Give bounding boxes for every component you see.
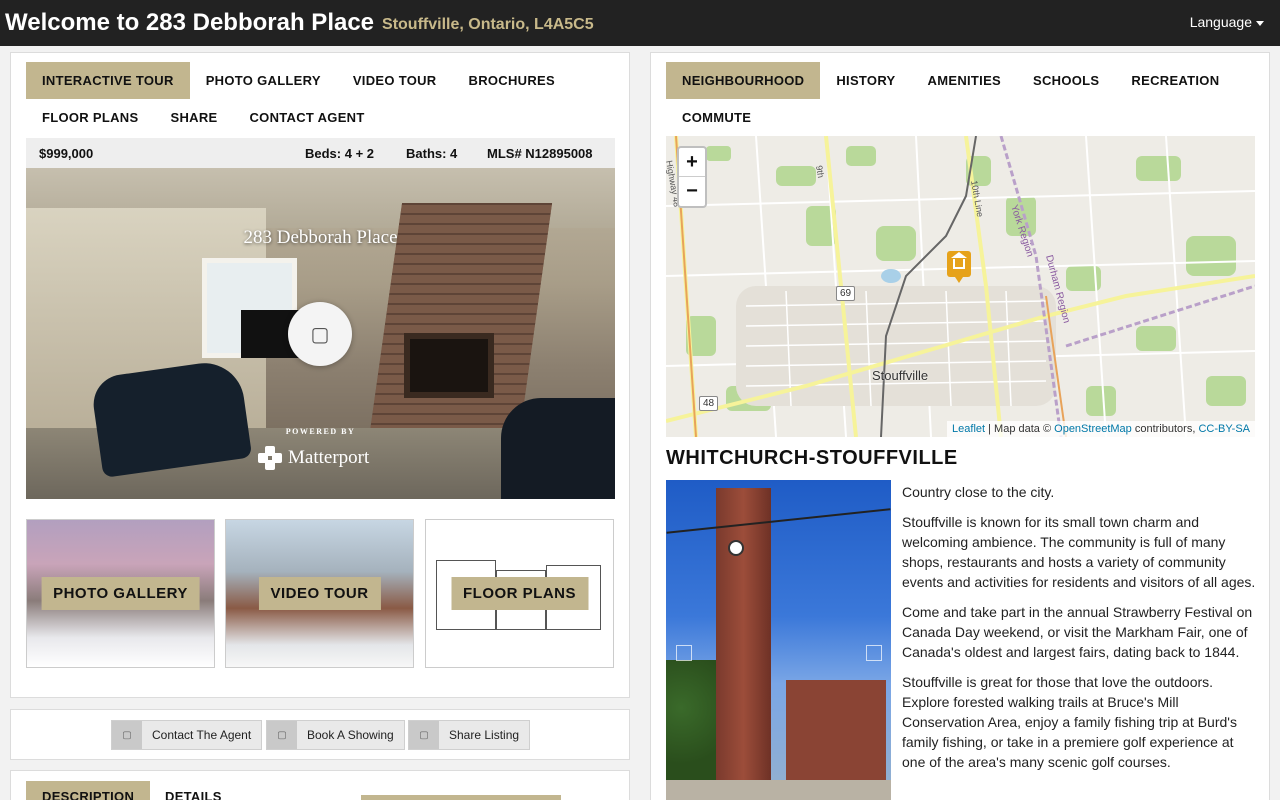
map-town-label: Stouffville xyxy=(872,368,929,383)
media-tabs: INTERACTIVE TOUR PHOTO GALLERY VIDEO TOU… xyxy=(26,62,616,136)
thumb-photo-gallery[interactable]: PHOTO GALLERY xyxy=(26,519,215,668)
carousel-next-icon[interactable] xyxy=(866,645,882,661)
license-link[interactable]: CC-BY-SA xyxy=(1198,423,1250,435)
zoom-in-button[interactable]: + xyxy=(679,148,705,177)
zoom-control: + − xyxy=(677,146,707,208)
matterport-brand: Matterport xyxy=(288,447,370,468)
thumb-label: FLOOR PLANS xyxy=(451,577,588,610)
listing-price: $999,000 xyxy=(39,146,94,161)
matterport-tour-viewer[interactable]: 283 Debborah Place ▢ POWERED BY Matterpo… xyxy=(26,168,615,499)
tab-schools[interactable]: SCHOOLS xyxy=(1017,62,1115,99)
listing-info-bar: $999,000 Beds: 4 + 2 Baths: 4 MLS# N1289… xyxy=(26,138,615,168)
language-dropdown[interactable]: Language xyxy=(1190,14,1264,30)
site-header: Welcome to 283 Debborah Place Stouffvill… xyxy=(0,0,1280,46)
share-listing-button[interactable]: ▢ Share Listing xyxy=(408,720,531,750)
paragraph: Come and take part in the annual Strawbe… xyxy=(902,604,1253,660)
neighbourhood-tabs: NEIGHBOURHOOD HISTORY AMENITIES SCHOOLS … xyxy=(666,62,1266,136)
tab-description[interactable]: DESCRIPTION xyxy=(26,781,151,800)
action-bar: ▢ Contact The Agent ▢ Book A Showing ▢ S… xyxy=(10,709,630,760)
media-panel: INTERACTIVE TOUR PHOTO GALLERY VIDEO TOU… xyxy=(10,52,630,698)
route-48-shield: 48 xyxy=(699,396,719,411)
tab-share[interactable]: SHARE xyxy=(154,99,233,136)
neighbourhood-description: Country close to the city. Stouffville i… xyxy=(902,482,1257,782)
osm-link[interactable]: OpenStreetMap xyxy=(1054,423,1132,435)
tab-contact-agent[interactable]: CONTACT AGENT xyxy=(233,99,380,136)
tab-history[interactable]: HISTORY xyxy=(820,62,911,99)
sofa xyxy=(501,398,615,499)
property-pin-icon[interactable] xyxy=(947,251,971,283)
clock-tower-photo[interactable] xyxy=(666,480,891,800)
tab-commute[interactable]: COMMUTE xyxy=(666,99,767,136)
tab-photo-gallery[interactable]: PHOTO GALLERY xyxy=(190,62,337,99)
paragraph: Country close to the city. xyxy=(902,484,1055,500)
matterport-logo: Matterport xyxy=(258,446,369,470)
neighbourhood-title: WHITCHURCH-STOUFFVILLE xyxy=(666,447,958,469)
user-icon: ▢ xyxy=(112,721,142,749)
book-showing-button[interactable]: ▢ Book A Showing xyxy=(266,720,405,750)
share-icon: ▢ xyxy=(409,721,439,749)
thumb-label: PHOTO GALLERY xyxy=(41,577,200,610)
neighbourhood-map[interactable]: 9th 10th Line York Region Durham Region … xyxy=(666,136,1255,437)
tab-brochures[interactable]: BROCHURES xyxy=(453,62,571,99)
map-tiles: 9th 10th Line York Region Durham Region … xyxy=(666,136,1255,437)
paragraph: Stouffville is great for those that love… xyxy=(902,674,1237,770)
neighbourhood-panel: NEIGHBOURHOOD HISTORY AMENITIES SCHOOLS … xyxy=(650,52,1270,800)
play-icon[interactable]: ▢ xyxy=(288,302,352,366)
chevron-down-icon xyxy=(1256,20,1264,26)
clock-tower xyxy=(716,488,771,800)
armchair xyxy=(89,358,253,478)
house-icon xyxy=(951,252,967,269)
tab-interactive-tour[interactable]: INTERACTIVE TOUR xyxy=(26,62,190,99)
calendar-icon: ▢ xyxy=(267,721,297,749)
matterport-icon xyxy=(258,446,282,470)
carousel-prev-icon[interactable] xyxy=(676,645,692,661)
tab-recreation[interactable]: RECREATION xyxy=(1115,62,1235,99)
tab-floor-plans[interactable]: FLOOR PLANS xyxy=(26,99,154,136)
thumb-label: VIDEO TOUR xyxy=(258,577,381,610)
clock-icon xyxy=(728,540,744,556)
details-panel: DESCRIPTION DETAILS xyxy=(10,770,630,800)
zoom-out-button[interactable]: − xyxy=(679,177,705,206)
thumb-floor-plans[interactable]: FLOOR PLANS xyxy=(425,519,614,668)
thumb-video-tour[interactable]: VIDEO TOUR xyxy=(225,519,414,668)
powered-by-label: POWERED BY xyxy=(285,427,356,436)
paragraph: Stouffville is known for its small town … xyxy=(902,514,1256,590)
road-9th-label: 9th xyxy=(814,165,826,179)
language-label: Language xyxy=(1189,14,1252,30)
contact-agent-button[interactable]: ▢ Contact The Agent xyxy=(111,720,263,750)
tab-neighbourhood[interactable]: NEIGHBOURHOOD xyxy=(666,62,821,99)
page-title: Welcome to 283 Debborah Place xyxy=(5,9,375,36)
page-subtitle: Stouffville, Ontario, L4A5C5 xyxy=(382,16,594,33)
tour-title: 283 Debborah Place xyxy=(243,227,398,248)
route-69-shield: 69 xyxy=(836,286,856,301)
listing-beds: Beds: 4 + 2 xyxy=(305,146,375,161)
tab-video-tour[interactable]: VIDEO TOUR xyxy=(337,62,453,99)
leaflet-link[interactable]: Leaflet xyxy=(952,423,985,435)
tab-details[interactable]: DETAILS xyxy=(149,781,238,800)
listing-baths: Baths: 4 xyxy=(406,146,458,161)
tab-amenities[interactable]: AMENITIES xyxy=(912,62,1017,99)
listing-mls: MLS# N12895008 xyxy=(487,146,593,161)
map-attribution: Leaflet | Map data © OpenStreetMap contr… xyxy=(947,421,1255,437)
